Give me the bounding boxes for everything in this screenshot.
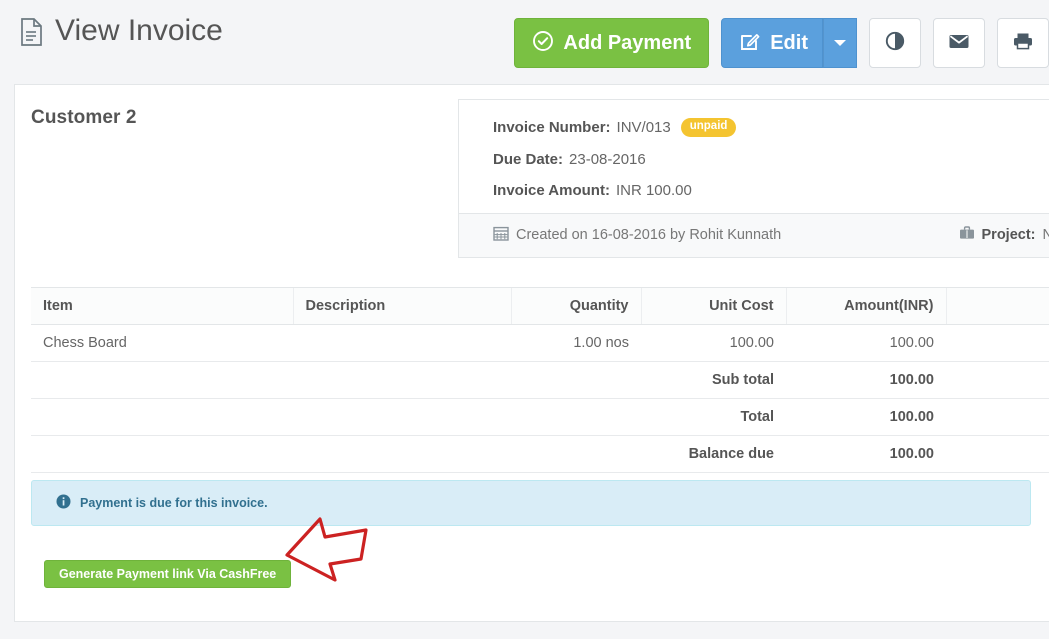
cell-blank (946, 398, 1049, 436)
invoice-meta-footer: Created on 16-08-2016 by Rohit Kunnath P… (459, 212, 1049, 257)
cell-item: Chess Board (31, 324, 293, 362)
invoice-amount-line: Invoice Amount: INR 100.00 (493, 182, 1049, 199)
invoice-summary-body: Invoice Number: INV/013 unpaid Due Date:… (459, 100, 1049, 213)
edit-label: Edit (770, 32, 808, 54)
cell-amount: 100.00 (786, 324, 946, 362)
invoice-number-value: INV/013 (616, 118, 671, 136)
page-header: View Invoice Add Payment Edit (0, 0, 1049, 84)
created-text: Created on 16-08-2016 by Rohit Kunnath (516, 227, 782, 243)
briefcase-icon (959, 225, 975, 245)
project-label: Project: (981, 227, 1036, 243)
calendar-icon (493, 225, 509, 245)
invoice-summary-panel: Invoice Number: INV/013 unpaid Due Date:… (458, 99, 1049, 258)
generate-payment-link-label: Generate Payment link Via CashFree (59, 567, 277, 581)
cell-blank (31, 398, 293, 436)
check-circle-icon (532, 30, 554, 56)
table-header-row: Item Description Quantity Unit Cost Amou… (31, 287, 1049, 325)
add-payment-label: Add Payment (563, 32, 692, 54)
add-payment-button[interactable]: Add Payment (514, 18, 710, 68)
contrast-icon (884, 30, 906, 56)
subtotal-value: 100.00 (786, 361, 946, 399)
created-info: Created on 16-08-2016 by Rohit Kunnath (493, 225, 781, 245)
page-title: View Invoice (20, 14, 223, 48)
cell-blank (293, 361, 511, 399)
table-row-subtotal: Sub total 100.00 (31, 361, 1049, 399)
invoice-amount-value: INR 100.00 (615, 181, 692, 199)
column-header-description: Description (292, 287, 511, 325)
table-body: Chess Board 1.00 nos 100.00 100.00 Sub t… (31, 324, 1049, 473)
total-label: Total (641, 398, 786, 436)
status-badge: unpaid (680, 118, 737, 137)
pencil-square-icon (739, 30, 761, 56)
due-date-label: Due Date: (493, 150, 564, 168)
table-row-total: Total 100.00 (31, 398, 1049, 436)
customer-name: Customer 2 (31, 107, 137, 128)
column-header-item: Item (31, 287, 293, 325)
envelope-icon (947, 30, 971, 56)
invoice-items-table: Item Description Quantity Unit Cost Amou… (31, 287, 1049, 473)
edit-dropdown-toggle[interactable] (823, 18, 857, 68)
edit-button[interactable]: Edit (721, 18, 823, 68)
cell-blank (511, 398, 641, 436)
invoice-amount-label: Invoice Amount: (493, 181, 610, 199)
total-value: 100.00 (786, 398, 946, 436)
project-info: Project: N (959, 225, 1049, 245)
table-row-balance-due: Balance due 100.00 (31, 435, 1049, 473)
subtotal-label: Sub total (641, 361, 786, 399)
payment-due-alert-text: Payment is due for this invoice. (80, 496, 268, 510)
invoice-number-line: Invoice Number: INV/013 unpaid (493, 118, 1049, 137)
info-circle-icon (56, 494, 71, 512)
document-icon (20, 18, 43, 46)
cell-blank (31, 435, 293, 473)
column-header-unit-cost: Unit Cost (640, 287, 786, 325)
cell-blank (31, 361, 293, 399)
cell-blank (946, 361, 1049, 399)
cell-blank (293, 398, 511, 436)
generate-payment-link-button[interactable]: Generate Payment link Via CashFree (44, 560, 292, 588)
email-button[interactable] (933, 18, 985, 68)
printer-icon (1011, 30, 1035, 56)
chevron-down-icon (834, 40, 846, 46)
column-header-quantity: Quantity (510, 287, 641, 325)
table-head: Item Description Quantity Unit Cost Amou… (31, 287, 1049, 325)
print-button[interactable] (997, 18, 1049, 68)
cell-actions (946, 324, 1049, 362)
balance-due-label: Balance due (641, 435, 786, 473)
column-header-amount: Amount(INR) (785, 287, 946, 325)
cell-quantity: 1.00 nos (511, 324, 641, 362)
page-title-text: View Invoice (55, 14, 223, 47)
project-value: N (1043, 227, 1049, 243)
contrast-button[interactable] (869, 18, 921, 68)
cell-unit-cost: 100.00 (641, 324, 786, 362)
column-header-actions (945, 287, 1049, 325)
due-date-line: Due Date: 23-08-2016 (493, 151, 1049, 168)
cell-description (293, 324, 511, 362)
table-row: Chess Board 1.00 nos 100.00 100.00 (31, 324, 1049, 362)
due-date-value: 23-08-2016 (569, 150, 646, 168)
cell-blank (511, 435, 641, 473)
balance-due-value: 100.00 (786, 435, 946, 473)
cell-blank (511, 361, 641, 399)
invoice-number-label: Invoice Number: (493, 118, 611, 136)
cell-blank (946, 435, 1049, 473)
invoice-card: Customer 2 Invoice Number: INV/013 unpai… (14, 84, 1049, 622)
payment-due-alert: Payment is due for this invoice. (31, 480, 1031, 526)
cell-blank (293, 435, 511, 473)
header-actions: Add Payment Edit (514, 18, 1049, 68)
